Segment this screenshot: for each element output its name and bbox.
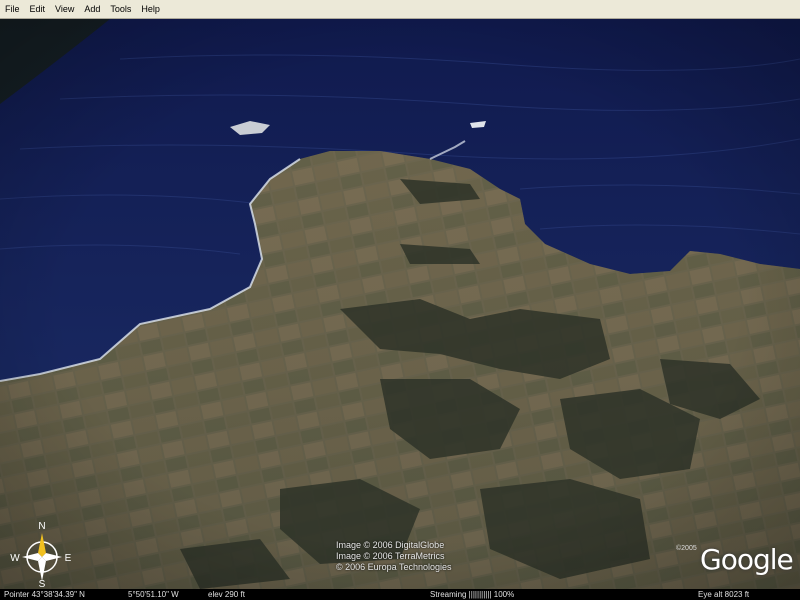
satellite-imagery[interactable]: [0, 19, 800, 589]
compass-e: E: [65, 553, 72, 564]
menu-view[interactable]: View: [50, 0, 79, 18]
logo-copyright: ©2005: [676, 545, 697, 552]
menu-help[interactable]: Help: [136, 0, 165, 18]
google-logo: Google: [700, 543, 794, 576]
menu-edit[interactable]: Edit: [25, 0, 51, 18]
compass-n: N: [38, 521, 45, 532]
map-viewport[interactable]: Image © 2006 DigitalGlobe Image © 2006 T…: [0, 19, 800, 589]
compass-s: S: [39, 579, 46, 589]
menu-tools[interactable]: Tools: [105, 0, 136, 18]
status-bar: Pointer 43°38'34.39" N 5°50'51.10" W ele…: [0, 589, 800, 600]
compass-w: W: [10, 553, 20, 564]
pointer-elevation: elev 290 ft: [208, 590, 245, 599]
pointer-latitude: Pointer 43°38'34.39" N: [4, 590, 85, 599]
menu-bar: File Edit View Add Tools Help: [0, 0, 800, 19]
pointer-longitude: 5°50'51.10" W: [128, 590, 179, 599]
eye-altitude: Eye alt 8023 ft: [698, 590, 750, 599]
menu-file[interactable]: File: [0, 0, 25, 18]
imagery-credits: Image © 2006 DigitalGlobe Image © 2006 T…: [336, 540, 452, 573]
credit-line: Image © 2006 TerraMetrics: [336, 551, 445, 561]
menu-add[interactable]: Add: [79, 0, 105, 18]
credit-line: Image © 2006 DigitalGlobe: [336, 540, 445, 550]
compass-icon[interactable]: N S E W: [6, 519, 76, 589]
credit-line: © 2006 Europa Technologies: [336, 562, 452, 572]
streaming-status: Streaming ||||||||||| 100%: [430, 590, 515, 599]
